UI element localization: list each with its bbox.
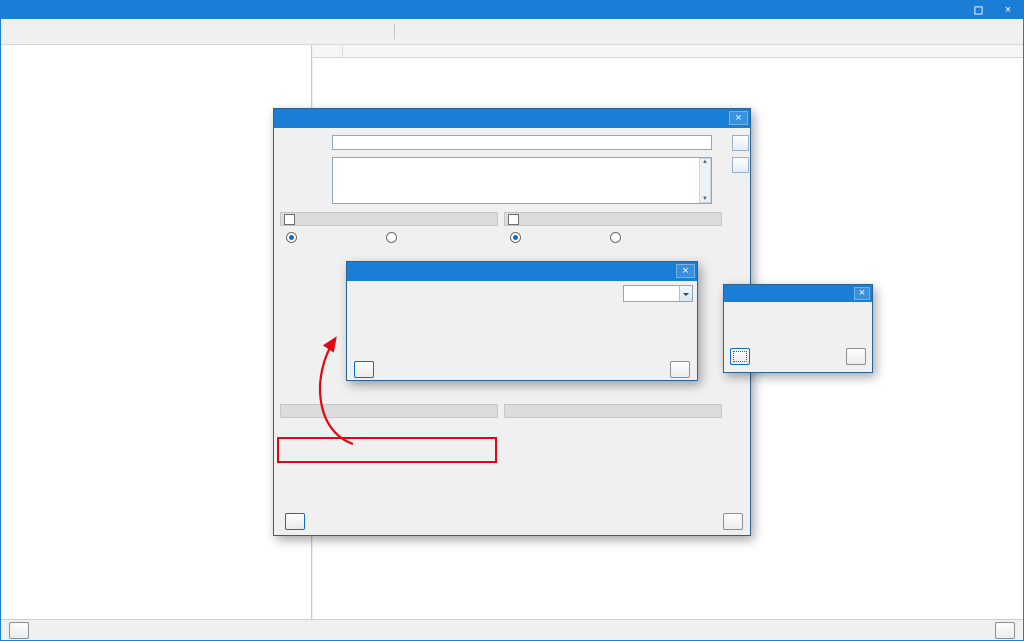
search-icon[interactable] [7, 23, 25, 41]
descricao-input[interactable] [332, 157, 712, 204]
move-up-icon[interactable] [399, 23, 417, 41]
move-down-icon[interactable] [417, 23, 435, 41]
acoustic-accept-button[interactable] [354, 361, 374, 378]
heating-section-header [504, 212, 722, 226]
dimensions-section-header [504, 404, 722, 418]
window-bottom-bar [1, 619, 1023, 640]
cooling-section-header [280, 212, 498, 226]
cooling-checkbox[interactable] [284, 214, 295, 225]
fan-accept-button[interactable] [730, 348, 750, 365]
cooling-tables-radio[interactable] [386, 232, 397, 243]
descricao-library-button[interactable] [732, 157, 749, 173]
fancoil-accept-button[interactable] [285, 513, 305, 530]
toolbar [1, 19, 1023, 45]
referencia-input[interactable] [332, 135, 712, 150]
heating-workpoint-radio[interactable] [510, 232, 521, 243]
scroll-up-icon[interactable]: ▲ [702, 159, 708, 165]
heating-checkbox[interactable] [508, 214, 519, 225]
app-window: × × ▲▼ [0, 0, 1024, 641]
list-header [313, 45, 1023, 58]
sound-power-select[interactable] [623, 285, 693, 302]
combo-arrow-icon[interactable] [679, 286, 692, 301]
window-titlebar: × [1, 1, 1023, 19]
referencia-library-button[interactable] [732, 135, 749, 151]
copy-element-icon[interactable] [355, 23, 373, 41]
maximize-icon[interactable] [963, 1, 993, 19]
close-icon[interactable]: × [993, 1, 1023, 19]
cooling-workpoint-radio[interactable] [286, 232, 297, 243]
air-distribution-section-header [280, 404, 498, 418]
fancoil-dialog-titlebar: × [274, 109, 750, 128]
scroll-down-icon[interactable]: ▼ [702, 196, 708, 202]
delete-element-icon[interactable] [373, 23, 391, 41]
fan-cancel-button[interactable] [846, 348, 866, 365]
add-element-icon[interactable] [319, 23, 337, 41]
window-controls: × [963, 1, 1023, 19]
fancoil-cancel-button[interactable] [723, 513, 743, 530]
back-arrow-icon[interactable] [677, 318, 694, 335]
fan-dialog-titlebar: × [724, 285, 872, 302]
fan-type-dialog: × [723, 284, 873, 373]
collapse-all-icon[interactable] [31, 23, 49, 41]
close-icon[interactable]: × [854, 287, 870, 300]
acoustic-dialog-titlebar: × [347, 262, 697, 281]
edit-element-icon[interactable] [337, 23, 355, 41]
close-icon[interactable]: × [676, 264, 695, 278]
close-icon[interactable]: × [729, 111, 748, 125]
acoustic-data-dialog: × [346, 261, 698, 381]
accept-button[interactable] [9, 622, 29, 639]
acoustic-cancel-button[interactable] [670, 361, 690, 378]
list-header-spacer [313, 45, 343, 57]
cancel-button[interactable] [995, 622, 1015, 639]
heating-tables-radio[interactable] [610, 232, 621, 243]
descricao-scrollbar[interactable]: ▲▼ [699, 158, 711, 203]
list-header-referencia[interactable] [343, 45, 351, 57]
back-arrow-icon[interactable] [999, 23, 1017, 41]
expand-all-icon[interactable] [51, 23, 69, 41]
toolbar-separator [394, 24, 395, 39]
library-tree [1, 45, 312, 619]
